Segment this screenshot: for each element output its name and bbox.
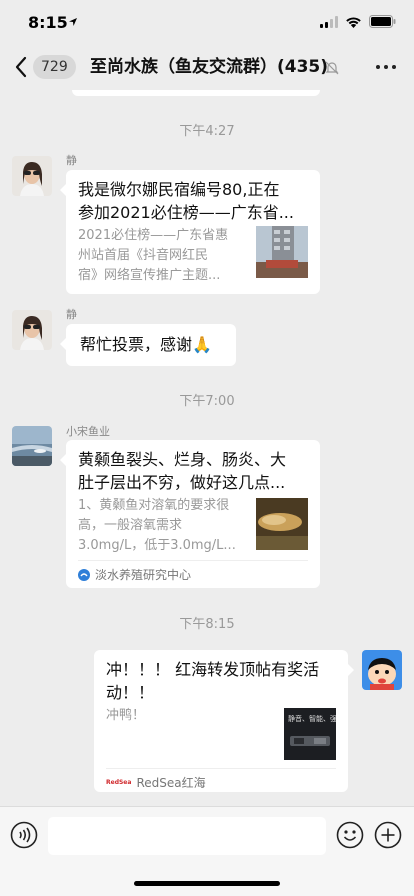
avatar[interactable]: [12, 310, 52, 350]
chevron-left-icon[interactable]: [12, 55, 32, 79]
card-description: 2021必住榜——广东省惠: [78, 228, 229, 243]
previous-message-bubble[interactable]: [72, 90, 320, 96]
location-arrow-icon: [69, 18, 77, 26]
message-input[interactable]: [48, 817, 326, 855]
mini-program-icon: [78, 568, 90, 581]
card-description: 宿》网络宣传推广主题...: [78, 268, 221, 283]
voice-icon[interactable]: [10, 821, 38, 849]
card-title: 参加2021必住榜——广东省...: [78, 203, 294, 222]
cellular-signal-icon: [320, 15, 338, 28]
mute-bell-icon: [325, 61, 339, 75]
status-bar: 8:15: [0, 0, 414, 44]
text-message[interactable]: 帮忙投票，感谢🙏: [60, 324, 236, 366]
redsea-logo: RedSea: [106, 779, 132, 786]
battery-icon: [369, 15, 396, 28]
wifi-icon: [346, 16, 361, 28]
card-description: 冲鸭！: [106, 708, 146, 723]
card-title: 冲！！！ 红海转发顶帖有奖活: [106, 660, 320, 679]
plus-icon[interactable]: [374, 821, 402, 849]
card-description: 3.0mg/L，低于3.0mg/L...: [78, 538, 236, 553]
avatar[interactable]: [12, 156, 52, 196]
chat-header: 729 至尚水族（鱼友交流群）(435): [0, 44, 414, 90]
card-description: 1、黄颡鱼对溶氧的要求很: [78, 498, 230, 513]
card-title: 黄颡鱼裂头、烂身、肠炎、大: [78, 450, 287, 469]
unread-count-badge[interactable]: 729: [33, 55, 76, 79]
card-title: 动！！: [106, 683, 155, 702]
card-source: 淡水养殖研究中心: [78, 566, 191, 583]
card-description: 高，一般溶氧需求: [78, 518, 183, 533]
timestamp: 下午8:15: [179, 617, 235, 632]
card-thumbnail: 静音、智能、强劲: [284, 708, 336, 760]
link-card-message[interactable]: 冲！！！ 红海转发顶帖有奖活 动！！ 冲鸭！ 静音、智能、强劲 RedSea R…: [94, 650, 354, 792]
card-source: RedSea RedSea红海: [106, 774, 206, 791]
card-title: 肚子层出不穷，做好这几点...: [78, 473, 286, 492]
link-card-message[interactable]: 我是微尔娜民宿编号80,正在 参加2021必住榜——广东省... 2021必住榜…: [60, 170, 320, 294]
emoji-icon[interactable]: [336, 821, 364, 849]
sender-name: 静: [66, 154, 77, 167]
home-indicator[interactable]: [134, 881, 280, 886]
card-source-label: 淡水养殖研究中心: [95, 568, 192, 582]
card-description: 州站首届《抖音网红民: [78, 248, 209, 263]
chat-title: 至尚水族（鱼友交流群）(435): [90, 57, 329, 77]
timestamp: 下午4:27: [179, 124, 235, 139]
card-source-label: RedSea红海: [136, 776, 206, 790]
message-list[interactable]: 下午4:27 静 我是微尔娜民宿编号80,正在 参加2021必住榜——广东省..…: [0, 90, 414, 806]
sender-name: 小宋鱼业: [66, 425, 110, 438]
card-title: 我是微尔娜民宿编号80,正在: [78, 180, 280, 199]
my-avatar[interactable]: [362, 650, 402, 690]
timestamp: 下午7:00: [179, 394, 235, 409]
more-dots-icon[interactable]: [376, 65, 396, 69]
sender-name: 静: [66, 308, 77, 321]
card-thumbnail: [256, 226, 308, 278]
avatar[interactable]: [12, 426, 52, 466]
message-text: 帮忙投票，感谢🙏: [80, 335, 212, 354]
link-card-message[interactable]: 黄颡鱼裂头、烂身、肠炎、大 肚子层出不穷，做好这几点... 1、黄颡鱼对溶氧的要…: [60, 440, 320, 588]
card-thumbnail: [256, 498, 308, 550]
status-time: 8:15: [28, 13, 68, 32]
